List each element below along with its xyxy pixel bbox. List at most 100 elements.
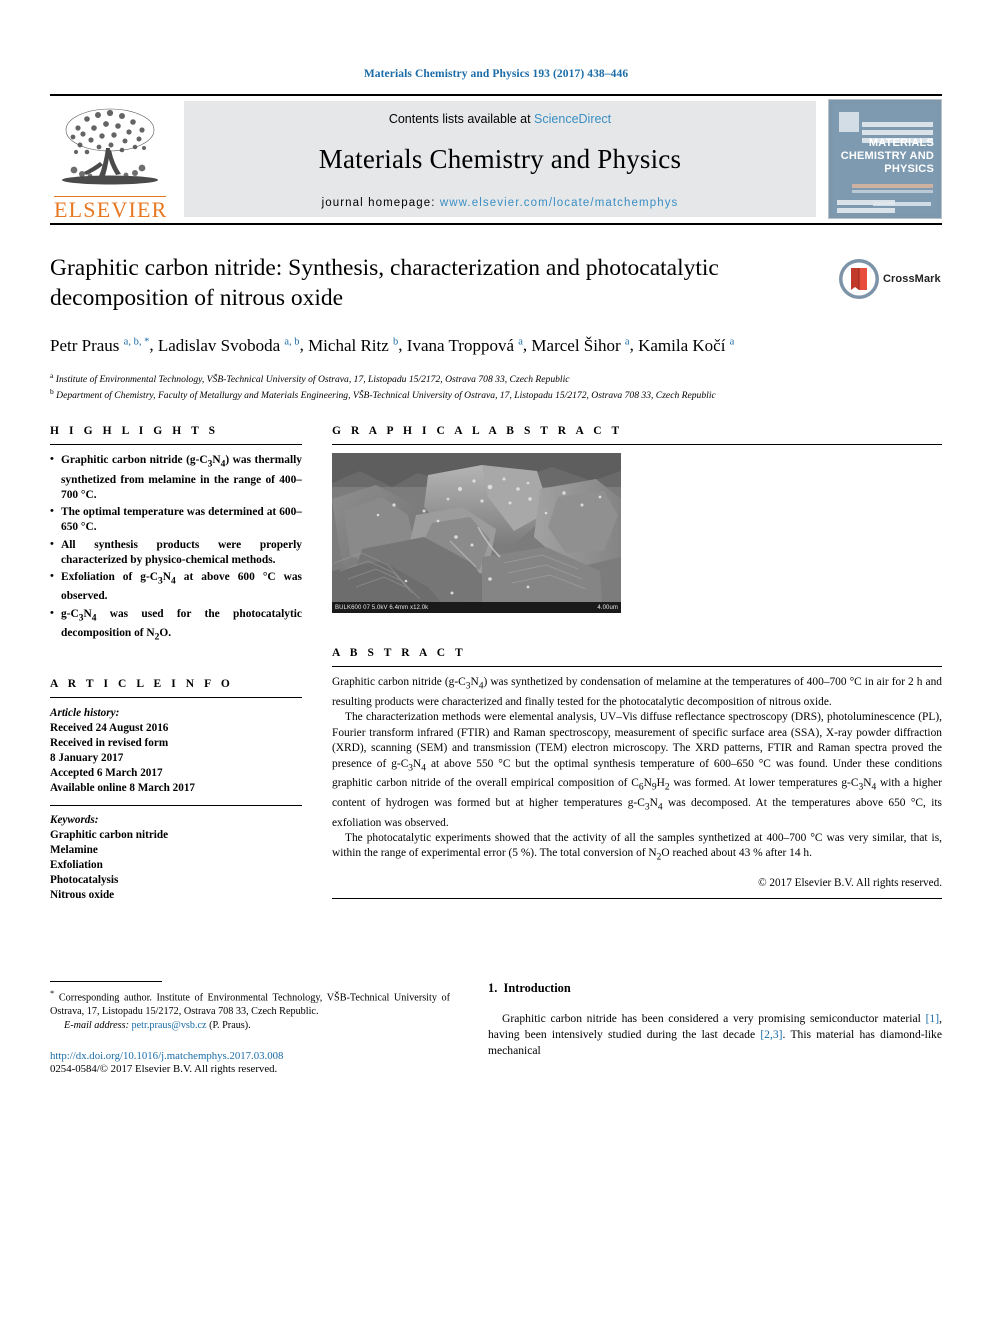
crossmark-badge[interactable]: CrossMark: [838, 251, 942, 307]
keywords-block: Keywords: Graphitic carbon nitride Melam…: [50, 813, 302, 903]
list-item: Graphitic carbon nitride (g-C3N4) was th…: [50, 452, 302, 503]
introduction-paragraph: Graphitic carbon nitride has been consid…: [488, 1011, 942, 1060]
history-item: 8 January 2017: [50, 751, 124, 764]
homepage-label: journal homepage:: [321, 196, 440, 209]
corresponding-text: Corresponding author. Institute of Envir…: [50, 991, 450, 1017]
journal-title: Materials Chemistry and Physics: [318, 143, 682, 174]
cover-background: MATERIALS CHEMISTRY AND PHYSICS: [833, 104, 937, 214]
affiliation-text: Institute of Environmental Technology, V…: [55, 373, 570, 385]
content-columns: H I G H L I G H T S Graphitic carbon nit…: [50, 425, 942, 902]
author-name: Kamila Kočí: [638, 335, 726, 355]
graphical-abstract-heading: G R A P H I C A L A B S T R A C T: [332, 425, 623, 438]
author-name: Marcel Šihor: [531, 335, 621, 355]
author-marks[interactable]: a, b: [284, 336, 299, 347]
list-item: All synthesis products were properly cha…: [50, 537, 302, 568]
highlights-rule: [50, 444, 302, 446]
introduction-heading: 1. Introduction: [488, 981, 942, 996]
author-item: Marcel Šihor a: [531, 336, 629, 355]
introduction-title: Introduction: [503, 980, 571, 995]
journal-cover-thumbnail[interactable]: MATERIALS CHEMISTRY AND PHYSICS: [828, 99, 942, 219]
cover-subtitle-bar: [851, 184, 933, 188]
journal-banner: ELSEVIER Contents lists available at Sci…: [50, 97, 942, 223]
article-page: Materials Chemistry and Physics 193 (201…: [0, 0, 992, 1323]
intro-text-1: Graphitic carbon nitride has been consid…: [502, 1011, 926, 1025]
affiliation-item: a Institute of Environmental Technology,…: [50, 370, 942, 387]
author-marks[interactable]: a, b, *: [124, 336, 150, 347]
author-marks[interactable]: a: [625, 336, 630, 347]
history-item: Accepted 6 March 2017: [50, 766, 163, 779]
left-column: H I G H L I G H T S Graphitic carbon nit…: [50, 425, 302, 902]
sem-caption-left: BULK600 07 5.0kV 6.4mm x12.0k: [335, 604, 429, 611]
keywords-rule: [50, 804, 302, 806]
email-link[interactable]: petr.praus@vsb.cz: [132, 1020, 207, 1031]
journal-homepage-line: journal homepage: www.elsevier.com/locat…: [322, 197, 679, 209]
cover-footer-bar: [873, 202, 931, 206]
elsevier-tree-icon: [56, 104, 164, 196]
contents-prefix: Contents lists available at: [388, 111, 535, 126]
affiliation-list: a Institute of Environmental Technology,…: [50, 370, 942, 404]
affiliation-mark: b: [50, 387, 54, 397]
history-item: Available online 8 March 2017: [50, 781, 196, 794]
sciencedirect-link[interactable]: ScienceDirect: [534, 112, 611, 126]
homepage-url-link[interactable]: www.elsevier.com/locate/matchemphys: [440, 197, 679, 209]
article-info-heading: A R T I C L E I N F O: [50, 677, 234, 690]
keyword-item: Photocatalysis: [50, 873, 119, 886]
citation-link-1[interactable]: [1]: [926, 1012, 940, 1025]
author-name: Petr Praus: [50, 335, 120, 355]
sem-micrograph-icon: [332, 453, 621, 614]
author-marks[interactable]: a: [730, 336, 735, 347]
doi-link[interactable]: http://dx.doi.org/10.1016/j.matchemphys.…: [50, 1050, 450, 1062]
abstract-copyright: © 2017 Elsevier B.V. All rights reserved…: [758, 877, 942, 890]
list-item: g-C3N4 was used for the photocatalytic d…: [50, 606, 302, 646]
crossmark-label: CrossMark: [883, 273, 941, 285]
issn-copyright-line: 0254-0584/© 2017 Elsevier B.V. All right…: [50, 1062, 278, 1075]
history-item: Received 24 August 2016: [50, 721, 169, 734]
cover-elsevier-mark: [839, 112, 859, 132]
article-history-label: Article history:: [50, 706, 120, 719]
author-name: Ivana Troppová: [406, 335, 514, 355]
highlights-list: Graphitic carbon nitride (g-C3N4) was th…: [50, 452, 302, 646]
crossmark-badge-icon: [838, 258, 880, 300]
history-item: Received in revised form: [50, 736, 169, 749]
affiliation-item: b Department of Chemistry, Faculty of Me…: [50, 386, 942, 403]
author-name: Michal Ritz: [308, 335, 389, 355]
abstract-bottom-rule: [332, 898, 942, 900]
introduction-body: Graphitic carbon nitride has been consid…: [488, 1011, 942, 1060]
affiliation-text: Department of Chemistry, Faculty of Meta…: [56, 390, 716, 402]
graphical-abstract-figure[interactable]: BULK600 07 5.0kV 6.4mm x12.0k 4.00um: [332, 453, 621, 614]
affiliation-mark: a: [50, 370, 54, 380]
author-name: Ladislav Svoboda: [157, 335, 281, 355]
keyword-item: Nitrous oxide: [50, 888, 115, 901]
email-owner: (P. Praus).: [209, 1020, 251, 1032]
page-title: Graphitic carbon nitride: Synthesis, cha…: [50, 255, 719, 311]
introduction-column: 1. Introduction Graphitic carbon nitride…: [488, 981, 942, 1075]
abstract-body: Graphitic carbon nitride (g-C3N4) was sy…: [332, 675, 942, 866]
email-label: E-mail address:: [64, 1020, 129, 1032]
graphical-abstract-rule: [332, 444, 942, 446]
elsevier-wordmark: ELSEVIER: [54, 196, 168, 222]
author-item: Kamila Kočí a: [638, 336, 734, 355]
article-history-block: Article history: Received 24 August 2016…: [50, 706, 302, 796]
list-item: Exfoliation of g-C3N4 at above 600 °C wa…: [50, 569, 302, 605]
journal-banner-center: Contents lists available at ScienceDirec…: [184, 101, 816, 217]
author-item: Michal Ritz b: [308, 336, 398, 355]
abstract-paragraph: The characterization methods were elemen…: [332, 711, 942, 829]
footnote-rule: [50, 980, 162, 982]
title-block: Graphitic carbon nitride: Synthesis, cha…: [50, 225, 942, 403]
keywords-label: Keywords:: [50, 813, 99, 826]
author-marks[interactable]: a: [518, 336, 523, 347]
author-marks[interactable]: b: [393, 336, 398, 347]
author-item: Ladislav Svoboda a, b: [158, 336, 300, 355]
elsevier-logo[interactable]: ELSEVIER: [50, 97, 170, 223]
citation-link-2[interactable]: [2,3]: [760, 1028, 782, 1041]
contents-line: Contents lists available at ScienceDirec…: [389, 112, 611, 126]
keyword-item: Exfoliation: [50, 858, 103, 871]
doi-block: http://dx.doi.org/10.1016/j.matchemphys.…: [50, 1050, 450, 1075]
author-list: Petr Praus a, b, *, Ladislav Svoboda a, …: [50, 335, 735, 355]
cover-title-text: MATERIALS CHEMISTRY AND PHYSICS: [840, 137, 934, 175]
abstract-rule: [332, 666, 942, 668]
banner-top-rule: [50, 94, 942, 96]
list-item: The optimal temperature was determined a…: [50, 504, 302, 535]
running-head-citation: Materials Chemistry and Physics 193 (201…: [363, 68, 629, 80]
lower-region: * Corresponding author. Institute of Env…: [50, 980, 942, 1075]
